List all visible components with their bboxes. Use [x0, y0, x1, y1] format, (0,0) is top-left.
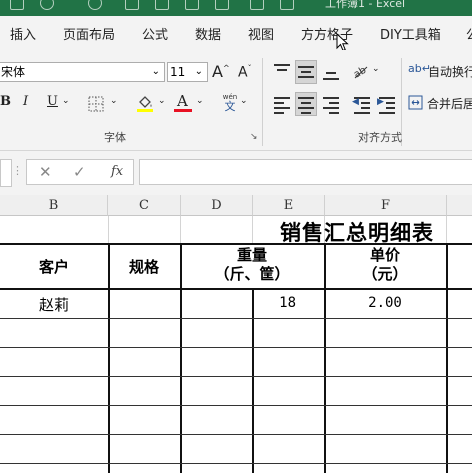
header-weight-line2: （斤、筐）	[214, 265, 290, 283]
quick-access-icon[interactable]	[250, 0, 264, 10]
column-header-g[interactable]	[447, 195, 472, 216]
formula-input[interactable]	[139, 159, 472, 185]
merge-icon	[408, 95, 423, 110]
chevron-down-icon[interactable]: ⌄	[240, 96, 248, 106]
save-icon[interactable]	[10, 0, 24, 10]
grow-font-button[interactable]: A^	[212, 62, 230, 81]
chevron-down-icon: ⌄	[194, 66, 203, 77]
chevron-down-icon[interactable]: ⌄	[62, 96, 70, 106]
align-bottom-icon[interactable]	[321, 62, 341, 82]
wrap-text-label: 自动换行	[428, 65, 472, 79]
cell-weight[interactable]: 18	[252, 295, 296, 311]
header-price-line2: （元）	[362, 265, 408, 283]
decrease-indent-icon[interactable]: ◀	[352, 94, 372, 114]
tab-diy-toolbox[interactable]: DIY工具箱	[380, 24, 441, 43]
wrap-text-button[interactable]: ab↵ 自动换行	[408, 62, 472, 82]
formula-bar: ⋮ ✕ ✓ fx	[0, 151, 472, 195]
align-left-icon[interactable]	[272, 94, 292, 114]
increase-indent-icon[interactable]: ▶	[377, 94, 397, 114]
font-size-value: 11	[170, 65, 186, 79]
merge-center-button[interactable]: 合并后居	[408, 94, 472, 114]
align-top-icon[interactable]	[272, 62, 292, 82]
window-title: 工作簿1 - Excel	[325, 0, 406, 10]
font-name-select[interactable]: 宋体 ⌄	[0, 62, 165, 82]
confirm-icon[interactable]: ✓	[73, 163, 86, 181]
name-box[interactable]	[0, 159, 12, 187]
font-color-label: A	[177, 92, 188, 110]
title-bar: 工作簿1 - Excel	[0, 0, 472, 16]
shrink-font-button[interactable]: Aˇ	[238, 64, 252, 81]
formula-buttons: ✕ ✓ fx	[26, 159, 134, 185]
merge-center-label: 合并后居	[427, 97, 472, 111]
italic-button[interactable]: I	[23, 94, 28, 109]
column-header-f[interactable]: F	[325, 195, 447, 216]
underline-button[interactable]: U	[47, 94, 58, 109]
tab-data[interactable]: 数据	[195, 24, 221, 43]
font-size-select[interactable]: 11 ⌄	[167, 62, 208, 82]
sheet-title[interactable]: 销售汇总明细表	[280, 217, 434, 247]
header-customer[interactable]: 客户	[0, 256, 108, 277]
cancel-icon[interactable]: ✕	[39, 163, 52, 181]
group-label-alignment: 对齐方式	[358, 131, 402, 144]
group-label-font: 字体	[104, 131, 126, 144]
chevron-down-icon[interactable]: ⌄	[110, 96, 118, 106]
redo-icon[interactable]	[88, 0, 102, 10]
tab-page-layout[interactable]: 页面布局	[63, 24, 115, 43]
shrink-font-label: A	[238, 64, 248, 81]
chevron-down-icon[interactable]: ⌄	[372, 64, 380, 74]
header-price[interactable]: 单价 （元）	[324, 246, 446, 284]
quick-access-icon[interactable]	[280, 0, 294, 10]
column-header-c[interactable]: C	[108, 195, 181, 216]
column-header-b[interactable]: B	[0, 195, 108, 216]
phonetic-bottom: 文	[224, 100, 236, 113]
header-spec[interactable]: 规格	[108, 256, 180, 277]
align-right-icon[interactable]	[321, 94, 341, 114]
header-weight[interactable]: 重量 （斤、筐）	[180, 246, 324, 284]
grip-icon: ⋮	[12, 164, 23, 177]
worksheet-grid[interactable]: 销售汇总明细表 客户 规格 重量 （斤、筐） 单价 （元） 赵莉 18 2.00	[0, 216, 472, 473]
cell-price[interactable]: 2.00	[324, 295, 446, 311]
align-center-button[interactable]	[295, 92, 317, 116]
column-header-d[interactable]: D	[181, 195, 253, 216]
font-name-value: 宋体	[1, 65, 26, 79]
tab-view[interactable]: 视图	[248, 24, 274, 43]
ribbon: 宋体 ⌄ 11 ⌄ A^ Aˇ B I U ⌄ ⌄ ⌄ A ⌄ wén 文 ⌄	[0, 50, 472, 151]
phonetic-button[interactable]: wén 文	[220, 93, 240, 115]
bold-button[interactable]: B	[0, 94, 11, 109]
quick-access-icon[interactable]	[155, 0, 169, 10]
align-middle-button[interactable]	[295, 60, 317, 84]
svg-text:ab: ab	[352, 65, 368, 80]
chevron-down-icon: ⌄	[151, 66, 160, 77]
column-header-e[interactable]: E	[253, 195, 325, 216]
fill-color-icon[interactable]	[136, 93, 154, 113]
tab-insert[interactable]: 插入	[10, 24, 36, 43]
grow-font-label: A	[212, 62, 223, 81]
quick-access-icon[interactable]	[215, 0, 229, 10]
header-weight-line1: 重量	[236, 246, 267, 264]
borders-icon[interactable]	[88, 96, 104, 112]
undo-icon[interactable]	[40, 0, 54, 10]
quick-access-icon[interactable]	[185, 0, 199, 10]
ribbon-tabs: 插入 页面布局 公式 数据 视图 方方格子 DIY工具箱 公	[0, 16, 472, 52]
quick-access-icon[interactable]	[125, 0, 139, 10]
dialog-launcher-icon[interactable]: ↘	[250, 132, 258, 142]
cell-customer[interactable]: 赵莉	[0, 294, 108, 315]
insert-function-icon[interactable]: fx	[111, 164, 123, 179]
chevron-down-icon[interactable]: ⌄	[196, 96, 204, 106]
tab-formulas[interactable]: 公式	[142, 24, 168, 43]
group-separator	[262, 58, 263, 146]
header-price-line1: 单价	[369, 246, 400, 264]
font-color-button[interactable]: A	[174, 92, 192, 114]
font-color-swatch	[174, 109, 192, 112]
chevron-down-icon[interactable]: ⌄	[158, 96, 166, 106]
text-orientation-icon[interactable]: ab	[352, 62, 370, 80]
tab-more[interactable]: 公	[466, 24, 472, 43]
